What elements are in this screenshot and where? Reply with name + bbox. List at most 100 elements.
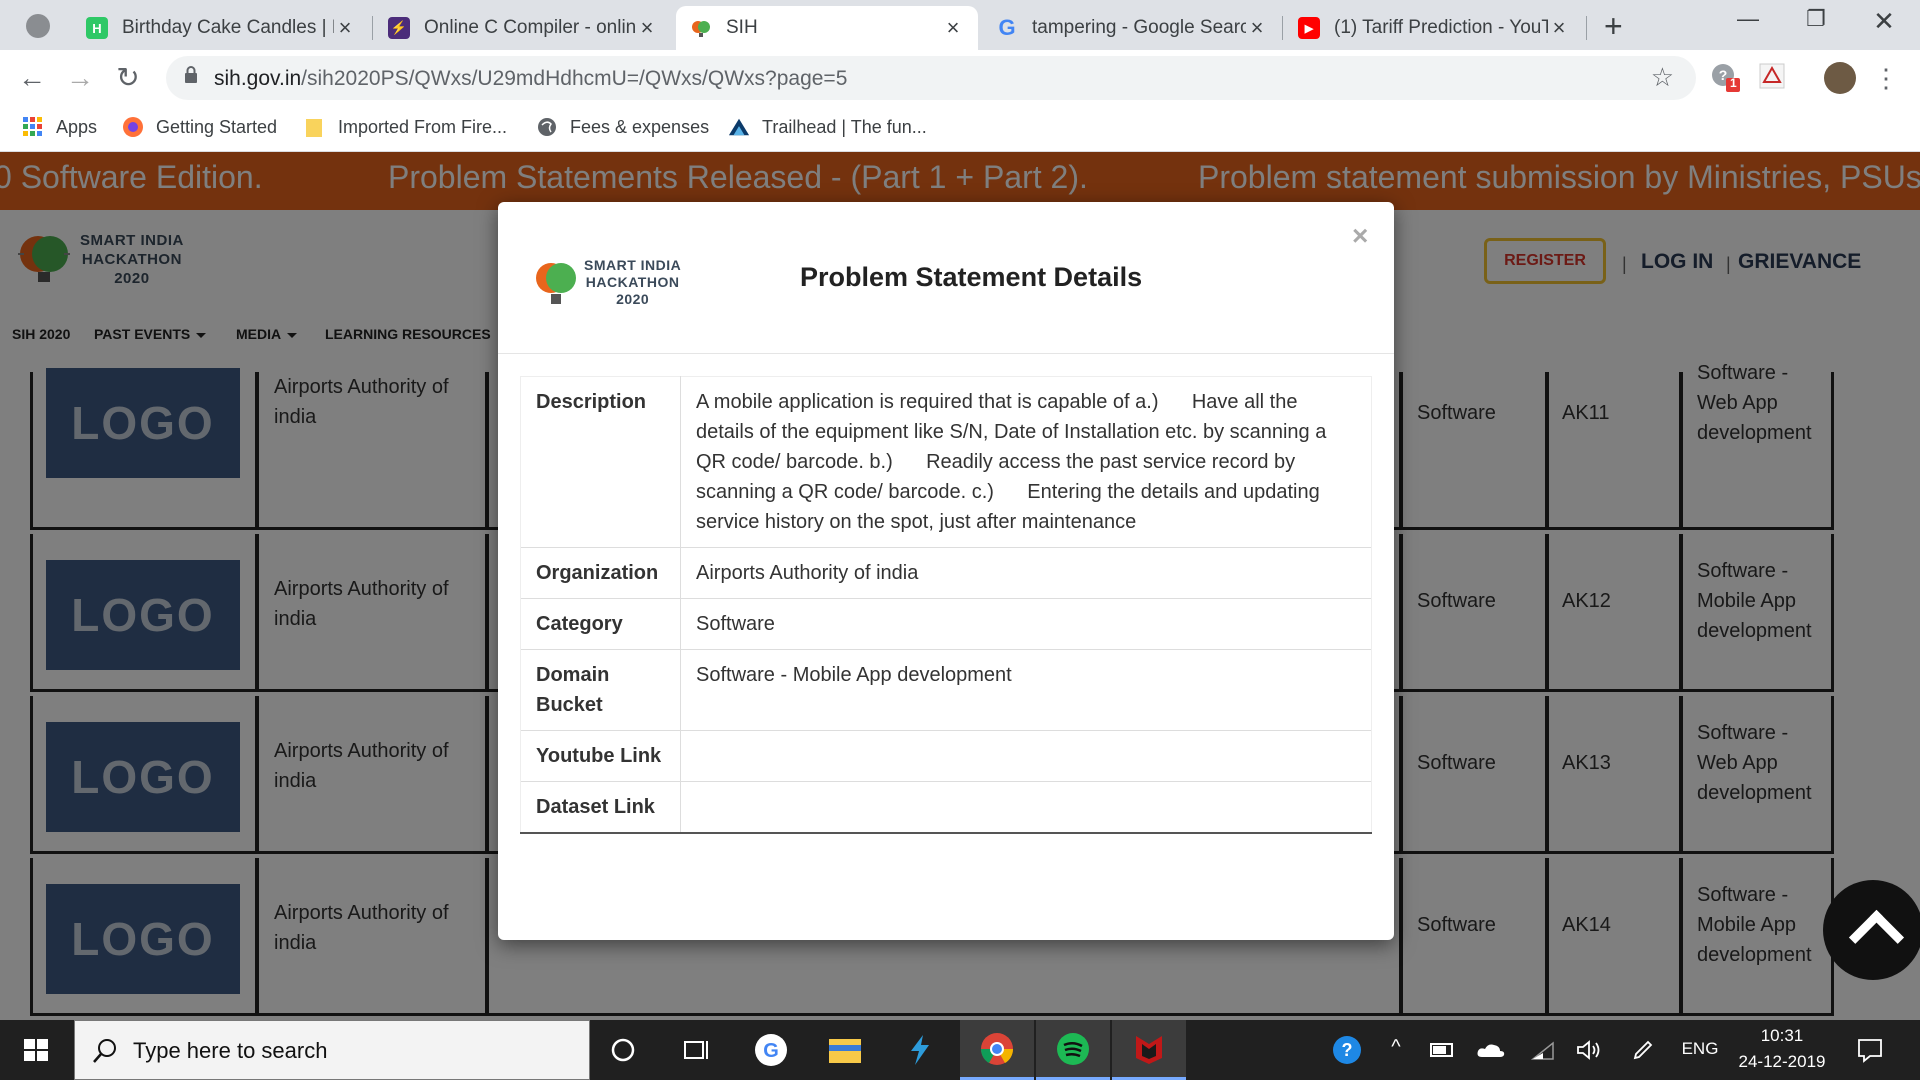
- windows-start-button[interactable]: [0, 1020, 72, 1080]
- detail-row-dataset-link: Dataset Link: [520, 781, 1372, 834]
- clock-time[interactable]: 10:31: [1734, 1026, 1830, 1046]
- field-value: A mobile application is required that is…: [680, 376, 1372, 548]
- hackerrank-icon: H: [86, 17, 108, 39]
- close-tab-icon[interactable]: ×: [636, 15, 658, 41]
- field-value[interactable]: [680, 730, 1372, 782]
- back-arrow-icon[interactable]: ←: [14, 60, 50, 96]
- browser-menu-icon[interactable]: ⋮: [1868, 60, 1904, 96]
- task-view-icon[interactable]: [660, 1020, 734, 1080]
- spotify-taskbar-icon[interactable]: [1036, 1020, 1110, 1080]
- url-text: sih.gov.in/sih2020PS/QWxs/U29mdHdhcmU=/Q…: [214, 67, 848, 90]
- tab-online-compiler[interactable]: ⚡ Online C Compiler - online editor ×: [374, 6, 672, 50]
- field-label: Dataset Link: [520, 781, 681, 834]
- bookmark-fees-expenses[interactable]: Fees & expenses: [536, 116, 709, 138]
- windows-taskbar: Type here to search G ? ^ ENG 10:31 24-1…: [0, 1020, 1920, 1080]
- apps-grid-icon: [23, 117, 42, 136]
- modal-header: SMART INDIA HACKATHON 2020 Problem Stateme…: [498, 202, 1394, 354]
- bookmark-apps[interactable]: Apps: [22, 116, 97, 138]
- tab-title: Online C Compiler - online editor: [424, 17, 636, 38]
- tab-google-search[interactable]: G tampering - Google Search ×: [982, 6, 1282, 50]
- bookmark-label: Getting Started: [156, 116, 278, 137]
- tab-title: (1) Tariff Prediction - YouTube: [1334, 17, 1548, 38]
- field-label: Youtube Link: [520, 730, 681, 782]
- tab-title: tampering - Google Search: [1032, 17, 1246, 38]
- extension-help-icon[interactable]: ? 1: [1710, 62, 1740, 92]
- field-value[interactable]: [680, 781, 1372, 834]
- field-label: Domain Bucket: [520, 649, 681, 731]
- notifications-icon[interactable]: [1840, 1020, 1900, 1080]
- bookmark-trailhead[interactable]: Trailhead | The fun...: [728, 116, 927, 138]
- back-to-default-tab-icon[interactable]: [26, 14, 50, 38]
- close-window-icon[interactable]: ✕: [1854, 6, 1914, 37]
- windows-logo-icon: [24, 1039, 48, 1061]
- details-table: Description A mobile application is requ…: [520, 376, 1372, 834]
- bookmark-label: Imported From Fire...: [338, 116, 508, 137]
- search-placeholder: Type here to search: [133, 1038, 328, 1063]
- web-page: 0 Software Edition. Problem Statements R…: [0, 152, 1920, 1020]
- bookmark-imported-from-firefox[interactable]: Imported From Fire...: [304, 116, 507, 138]
- svg-text:?: ?: [1342, 1040, 1353, 1060]
- reload-icon[interactable]: ↻: [110, 60, 146, 96]
- bookmark-getting-started[interactable]: Getting Started: [122, 116, 277, 138]
- sih-bulb-icon: [690, 17, 712, 39]
- address-bar[interactable]: sih.gov.in/sih2020PS/QWxs/U29mdHdhcmU=/Q…: [166, 56, 1696, 100]
- file-explorer-icon[interactable]: [808, 1020, 882, 1080]
- new-tab-icon[interactable]: +: [1604, 8, 1623, 45]
- youtube-icon: ▶: [1298, 17, 1320, 39]
- profile-avatar[interactable]: [1824, 62, 1856, 94]
- field-value: Airports Authority of india: [680, 547, 1372, 599]
- bookmark-label: Fees & expenses: [570, 116, 710, 137]
- help-tray-icon[interactable]: ?: [1314, 1020, 1380, 1080]
- detail-row-description: Description A mobile application is requ…: [520, 376, 1372, 548]
- detail-row-youtube-link: Youtube Link: [520, 730, 1372, 782]
- clock-date[interactable]: 24-12-2019: [1734, 1052, 1830, 1072]
- google-icon: G: [998, 15, 1016, 40]
- bookmark-star-icon[interactable]: ☆: [1651, 62, 1674, 93]
- minimize-icon[interactable]: —: [1718, 6, 1778, 32]
- visual-studio-code-icon[interactable]: [882, 1020, 956, 1080]
- folder-icon: [306, 119, 322, 137]
- close-tab-icon[interactable]: ×: [1548, 15, 1570, 41]
- detail-row-domain-bucket: Domain Bucket Software - Mobile App deve…: [520, 649, 1372, 731]
- cortana-icon[interactable]: [586, 1020, 660, 1080]
- pdf-extension-icon[interactable]: [1758, 62, 1788, 92]
- modal-logo: SMART INDIA HACKATHON 2020: [534, 254, 681, 310]
- field-label: Category: [520, 598, 681, 650]
- taskbar-search-box[interactable]: Type here to search: [74, 1020, 590, 1080]
- tab-youtube[interactable]: ▶ (1) Tariff Prediction - YouTube ×: [1284, 6, 1584, 50]
- scroll-to-top-button[interactable]: [1823, 880, 1920, 980]
- close-tab-icon[interactable]: ×: [942, 15, 964, 41]
- browser-toolbar: ← → ↻ sih.gov.in/sih2020PS/QWxs/U29mdHdh…: [0, 50, 1920, 106]
- detail-row-category: Category Software: [520, 598, 1372, 650]
- modal-title: Problem Statement Details: [800, 262, 1143, 292]
- tab-title: SIH: [726, 17, 758, 38]
- field-value: Software: [680, 598, 1372, 650]
- svg-text:G: G: [763, 1040, 779, 1062]
- bookmark-label: Trailhead | The fun...: [762, 116, 927, 137]
- browser-tab-strip: H Birthday Cake Candles | HackerRank × ⚡…: [0, 0, 1920, 50]
- globe-icon: [538, 118, 556, 136]
- bookmarks-bar: Apps Getting Started Imported From Fire.…: [0, 106, 1920, 152]
- show-hidden-icons-icon[interactable]: ^: [1384, 1036, 1408, 1059]
- svg-text:?: ?: [1719, 67, 1728, 83]
- field-label: Organization: [520, 547, 681, 599]
- close-tab-icon[interactable]: ×: [1246, 15, 1268, 41]
- tab-sih[interactable]: SIH ×: [676, 6, 978, 50]
- search-icon: [93, 1039, 116, 1063]
- chrome-taskbar-icon[interactable]: [960, 1020, 1034, 1080]
- input-language[interactable]: ENG: [1676, 1039, 1724, 1059]
- field-label: Description: [520, 376, 681, 548]
- tab-hackerrank[interactable]: H Birthday Cake Candles | HackerRank ×: [72, 6, 370, 50]
- sih-bulb-icon: [536, 263, 576, 304]
- close-icon[interactable]: ×: [1352, 220, 1368, 252]
- restore-icon[interactable]: ❐: [1786, 6, 1846, 32]
- pen-icon[interactable]: [1610, 1020, 1676, 1080]
- mcafee-taskbar-icon[interactable]: [1112, 1020, 1186, 1080]
- google-app-icon[interactable]: G: [734, 1020, 808, 1080]
- bookmark-label: Apps: [56, 116, 98, 137]
- lock-icon: [185, 66, 197, 83]
- close-tab-icon[interactable]: ×: [334, 15, 356, 41]
- field-value: Software - Mobile App development: [680, 649, 1372, 731]
- forward-arrow-icon[interactable]: →: [62, 60, 98, 96]
- firefox-icon: [123, 117, 143, 137]
